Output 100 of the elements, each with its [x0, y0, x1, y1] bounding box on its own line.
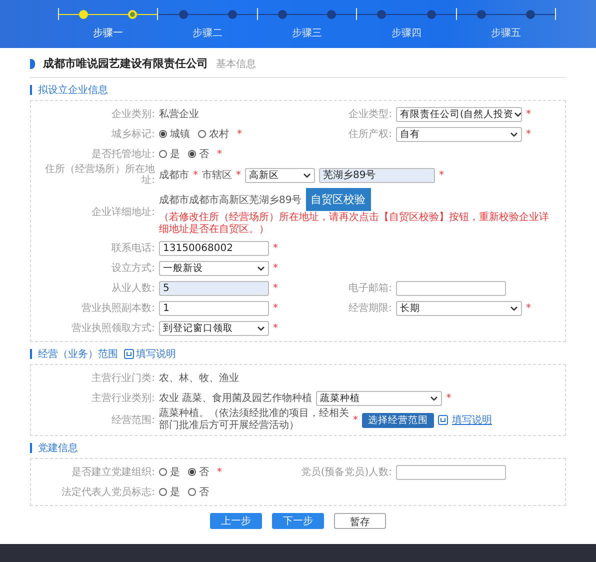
title-marker-icon	[30, 58, 35, 68]
step-label: 步骤二	[192, 26, 222, 40]
radio-option[interactable]: 否	[188, 147, 209, 161]
form-button[interactable]: 暂存	[334, 513, 386, 529]
field-label: 企业详细地址:	[90, 206, 156, 218]
field-label: 住所（经营场所）所在地址:	[44, 164, 156, 186]
check-button[interactable]: 自贸区校验	[306, 188, 371, 211]
step-label: 步骤三	[292, 26, 322, 40]
step-label: 步骤五	[491, 26, 522, 40]
chevron-icon	[510, 306, 518, 310]
required-mark: *	[273, 322, 278, 334]
district-text: 市辖区	[202, 168, 232, 182]
help-link[interactable]: 填写说明	[124, 347, 176, 361]
form-button[interactable]: 上一步	[210, 513, 262, 529]
required-mark: *	[273, 282, 278, 294]
required-mark: *	[236, 170, 241, 180]
company-name: 成都市唯说园艺建设有限责任公司	[43, 56, 208, 71]
radio-button[interactable]	[159, 488, 167, 496]
input-field[interactable]: 芜湖乡89号	[319, 168, 435, 182]
radio-option[interactable]: 是	[159, 465, 180, 479]
book-icon	[438, 415, 448, 425]
section-marker-icon	[30, 85, 32, 95]
step-label: 步骤一	[92, 26, 123, 40]
radio-button[interactable]	[188, 150, 196, 158]
field-label: 企业类型:	[348, 108, 393, 120]
input-field[interactable]	[396, 280, 506, 296]
dropdown[interactable]: 高新区	[245, 168, 315, 182]
book-icon	[124, 349, 134, 359]
required-mark: *	[217, 466, 222, 478]
input-field[interactable]	[396, 464, 506, 480]
radio-option[interactable]: 城镇	[159, 127, 190, 141]
required-mark: *	[439, 170, 444, 180]
required-mark: *	[273, 302, 278, 314]
input-field[interactable]: 13150068002	[159, 240, 269, 256]
required-mark: *	[446, 392, 452, 404]
radio-option[interactable]: 农村	[198, 127, 229, 141]
radio-button[interactable]	[188, 468, 196, 476]
field-label: 是否建立党建组织:	[70, 466, 156, 478]
city-text: 成都市	[159, 168, 189, 182]
help-link[interactable]: 填写说明	[452, 413, 492, 427]
field-label: 城乡标记:	[110, 128, 156, 140]
radio-button[interactable]	[159, 468, 167, 476]
field-value: 私营企业	[159, 108, 199, 121]
dropdown[interactable]: 自有	[396, 126, 522, 142]
form-button[interactable]: 下一步	[272, 513, 324, 529]
radio-button[interactable]	[198, 130, 206, 138]
section-title: 拟设立企业信息	[38, 84, 108, 97]
radio-option[interactable]: 是	[159, 147, 180, 161]
field-value: 成都市成都市高新区芜湖乡89号	[159, 194, 302, 206]
required-mark: *	[526, 108, 531, 120]
field-label: 是否托管地址:	[90, 148, 156, 160]
chevron-icon	[257, 326, 265, 330]
field-label: 经营期限:	[348, 302, 393, 314]
required-mark: *	[526, 128, 531, 140]
chevron-icon	[430, 396, 438, 400]
field-label: 主营行业类别:	[90, 392, 156, 404]
required-mark: *	[193, 170, 198, 180]
chevron-icon	[514, 112, 521, 116]
field-value: 蔬菜种植。（依法须经批准的项目，经相关部门批准后方可开展经营活动）	[159, 408, 349, 432]
field-label: 经营范围:	[110, 414, 156, 426]
field-label: 联系电话:	[110, 242, 156, 254]
required-mark: *	[237, 128, 242, 140]
radio-option[interactable]: 是	[159, 485, 180, 499]
section-marker-icon	[30, 349, 32, 359]
radio-option[interactable]: 否	[188, 485, 209, 499]
chevron-icon	[303, 172, 311, 178]
radio-button[interactable]	[159, 130, 167, 138]
field-label: 电子邮箱:	[348, 282, 393, 294]
chevron-icon	[257, 266, 265, 270]
required-mark: *	[273, 262, 278, 274]
dropdown[interactable]: 长期	[396, 300, 522, 316]
field-label: 营业执照副本数:	[80, 302, 156, 314]
field-label: 党员(预备党员)人数:	[300, 466, 393, 478]
page-subtitle: 基本信息	[216, 58, 256, 70]
input-field[interactable]: 1	[159, 300, 269, 316]
dropdown[interactable]: 有限责任公司(自然人投资	[396, 106, 522, 122]
field-label: 法定代表人党员标志:	[60, 486, 156, 498]
field-value: 农业 蔬菜、食用菌及园艺作物种植	[159, 392, 312, 405]
step-label: 步骤四	[392, 26, 422, 40]
required-mark: *	[353, 414, 358, 426]
field-label: 从业人数:	[110, 282, 156, 294]
section-title: 经营（业务）范围	[38, 348, 118, 361]
dropdown[interactable]: 到登记窗口领取	[159, 320, 269, 336]
field-value: 农、林、牧、渔业	[159, 372, 239, 385]
dropdown[interactable]: 蔬菜种植	[316, 390, 442, 406]
required-mark: *	[273, 242, 278, 254]
select-scope-button[interactable]: 选择经营范围	[362, 412, 434, 428]
required-mark: *	[526, 302, 531, 314]
radio-option[interactable]: 否	[188, 465, 209, 479]
field-label: 营业执照领取方式:	[70, 322, 156, 334]
field-label: 设立方式:	[110, 262, 156, 274]
section-marker-icon	[30, 443, 32, 453]
radio-button[interactable]	[159, 150, 167, 158]
required-mark: *	[217, 148, 222, 160]
warning-note: （若修改住所（经营场所）所在地址，请再次点击【自贸区校验】按钮，重新校验企业详细地址是否在自贸区。）	[159, 212, 550, 236]
chevron-icon	[510, 132, 518, 136]
field-label: 主营行业门类:	[90, 372, 156, 384]
dropdown[interactable]: 一般新设	[159, 260, 269, 276]
radio-button[interactable]	[188, 488, 196, 496]
field-label: 企业类别:	[110, 108, 156, 120]
